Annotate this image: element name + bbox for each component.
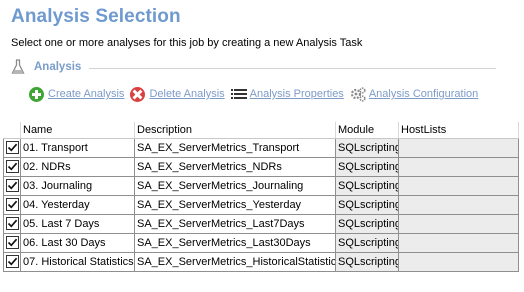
row-checkbox-cell [3,232,21,253]
table-row[interactable]: 05. Last 7 Days SA_EX_ServerMetrics_Last7… [3,213,519,234]
row-name-cell[interactable]: 07. Historical Statistics [20,251,135,272]
row-hostlists-cell[interactable] [398,232,519,253]
table-row[interactable]: 04. Yesterday SA_EX_ServerMetrics_Yesterd… [3,194,519,215]
delete-analysis-button[interactable]: Delete Analysis [130,86,225,102]
row-module-cell[interactable]: SQLscripting [335,251,399,272]
analysis-properties-label[interactable]: Analysis Properties [250,88,344,100]
row-description-cell[interactable]: SA_EX_ServerMetrics_Transport [134,137,336,158]
row-description-cell[interactable]: SA_EX_ServerMetrics_HistoricalStatistics [134,251,336,272]
row-module-cell[interactable]: SQLscripting [335,156,399,177]
row-checkbox-cell [3,194,21,215]
row-module-cell[interactable]: SQLscripting [335,213,399,234]
row-checkbox-cell [3,137,21,158]
row-module-cell[interactable]: SQLscripting [335,175,399,196]
row-module-cell[interactable]: SQLscripting [335,194,399,215]
row-checkbox[interactable] [5,198,19,211]
grid-header-row: Name Description Module HostLists [3,122,519,139]
column-header-description[interactable]: Description [134,122,336,139]
table-row[interactable]: 01. Transport SA_EX_ServerMetrics_Transpo… [3,137,519,158]
column-header-module[interactable]: Module [335,122,399,139]
row-name-cell[interactable]: 06. Last 30 Days [20,232,135,253]
analysis-configuration-label[interactable]: Analysis Configuration [369,88,478,100]
row-description-cell[interactable]: SA_EX_ServerMetrics_NDRs [134,156,336,177]
create-analysis-label[interactable]: Create Analysis [48,88,124,100]
row-description-cell[interactable]: SA_EX_ServerMetrics_Last7Days [134,213,336,234]
create-analysis-button[interactable]: Create Analysis [29,86,124,102]
analysis-section-header: Analysis [11,58,516,78]
row-checkbox-cell [3,251,21,272]
row-name-cell[interactable]: 04. Yesterday [20,194,135,215]
row-hostlists-cell[interactable] [398,137,519,158]
row-checkbox-cell [3,156,21,177]
row-hostlists-cell[interactable] [398,213,519,234]
row-checkbox[interactable] [5,236,19,249]
analysis-configuration-button[interactable]: Analysis Configuration [350,86,478,102]
gears-icon [350,86,366,102]
delete-analysis-label[interactable]: Delete Analysis [149,88,224,100]
row-module-cell[interactable]: SQLscripting [335,137,399,158]
table-row[interactable]: 03. Journaling SA_EX_ServerMetrics_Journa… [3,175,519,196]
row-checkbox[interactable] [5,160,19,173]
row-hostlists-cell[interactable] [398,194,519,215]
add-icon [29,86,44,102]
row-name-cell[interactable]: 05. Last 7 Days [20,213,135,234]
row-checkbox[interactable] [5,141,19,154]
column-header-name[interactable]: Name [20,122,135,139]
analysis-properties-button[interactable]: Analysis Properties [230,87,344,102]
column-header-hostlists[interactable]: HostLists [398,122,519,139]
row-checkbox[interactable] [5,255,19,268]
row-hostlists-cell[interactable] [398,175,519,196]
table-row[interactable]: 06. Last 30 Days SA_EX_ServerMetrics_Last… [3,232,519,253]
row-name-cell[interactable]: 03. Journaling [20,175,135,196]
row-hostlists-cell[interactable] [398,156,519,177]
table-row[interactable]: 07. Historical Statistics SA_EX_ServerMet… [3,251,519,272]
row-description-cell[interactable]: SA_EX_ServerMetrics_Journaling [134,175,336,196]
row-module-cell[interactable]: SQLscripting [335,232,399,253]
row-hostlists-cell[interactable] [398,251,519,272]
row-description-cell[interactable]: SA_EX_ServerMetrics_Last30Days [134,232,336,253]
row-description-cell[interactable]: SA_EX_ServerMetrics_Yesterday [134,194,336,215]
row-checkbox[interactable] [5,217,19,230]
section-label: Analysis [34,61,82,73]
section-divider [89,68,496,69]
header-checkbox-column [3,122,21,139]
list-icon [230,87,247,102]
delete-icon [130,86,146,102]
row-checkbox[interactable] [5,179,19,192]
page-title: Analysis Selection [11,6,181,27]
row-checkbox-cell [3,175,21,196]
flask-icon [11,59,25,75]
row-name-cell[interactable]: 01. Transport [20,137,135,158]
row-checkbox-cell [3,213,21,234]
row-name-cell[interactable]: 02. NDRs [20,156,135,177]
page-subtitle: Select one or more analyses for this job… [11,37,363,49]
table-row[interactable]: 02. NDRs SA_EX_ServerMetrics_NDRs SQLscrip… [3,156,519,177]
analysis-grid: Name Description Module HostLists 01. Tr… [3,122,519,272]
analysis-toolbar: Create Analysis Delete Analysis Analysis… [29,86,484,102]
